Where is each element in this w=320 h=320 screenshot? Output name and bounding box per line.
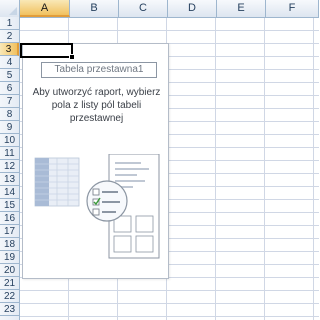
- row-header[interactable]: 12: [0, 160, 19, 173]
- row-header[interactable]: 15: [0, 199, 19, 212]
- row-header[interactable]: 21: [0, 277, 19, 290]
- row-header[interactable]: 8: [0, 108, 19, 121]
- row-header[interactable]: 10: [0, 134, 19, 147]
- column-header-bar: A B C D E F: [0, 0, 319, 18]
- spreadsheet: A B C D E F 1 2 3 4 5 6 7 8 9 10 11 12 1…: [0, 0, 319, 320]
- column-header-c[interactable]: C: [119, 0, 168, 17]
- checkbox-list-magnifier-icon: [86, 180, 128, 222]
- select-all-corner[interactable]: [0, 0, 20, 17]
- row-header[interactable]: 17: [0, 225, 19, 238]
- column-header-e[interactable]: E: [217, 0, 266, 17]
- row-header[interactable]: 5: [0, 69, 19, 82]
- column-header-a[interactable]: A: [20, 0, 70, 17]
- pivot-field-list-illustration-icon: [34, 154, 160, 259]
- column-header-f[interactable]: F: [266, 0, 319, 17]
- pivot-table-name: Tabela przestawna1: [41, 62, 157, 78]
- row-header[interactable]: 13: [0, 173, 19, 186]
- pivot-table-placeholder[interactable]: Tabela przestawna1 Aby utworzyć raport, …: [22, 43, 169, 279]
- row-header[interactable]: 9: [0, 121, 19, 134]
- active-cell-a3[interactable]: [20, 43, 75, 60]
- row-header[interactable]: 7: [0, 95, 19, 108]
- column-header-d[interactable]: D: [168, 0, 217, 17]
- row-header-bar: 1 2 3 4 5 6 7 8 9 10 11 12 13 14 15 16 1…: [0, 17, 20, 320]
- column-header-b[interactable]: B: [70, 0, 119, 17]
- row-header[interactable]: 3: [0, 43, 19, 56]
- source-table-icon: [34, 157, 80, 207]
- row-header[interactable]: 23: [0, 303, 19, 316]
- row-header[interactable]: 14: [0, 186, 19, 199]
- row-header[interactable]: 6: [0, 82, 19, 95]
- row-header[interactable]: 22: [0, 290, 19, 303]
- row-header[interactable]: 16: [0, 212, 19, 225]
- row-header[interactable]: 11: [0, 147, 19, 160]
- row-header[interactable]: 1: [0, 17, 19, 30]
- row-header[interactable]: 19: [0, 251, 19, 264]
- row-header[interactable]: 18: [0, 238, 19, 251]
- pivot-instructions: Aby utworzyć raport, wybierz pola z list…: [32, 87, 161, 124]
- row-header[interactable]: 20: [0, 264, 19, 277]
- row-header[interactable]: 2: [0, 30, 19, 43]
- row-header[interactable]: 4: [0, 56, 19, 69]
